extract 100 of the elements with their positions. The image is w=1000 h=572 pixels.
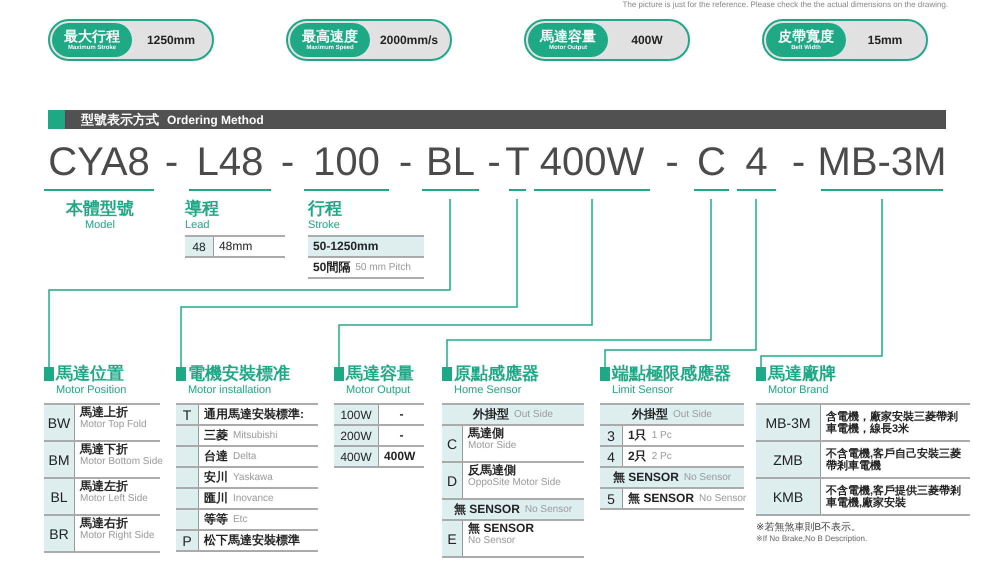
option-text: 無 SENSOR: [628, 492, 694, 505]
code-separator: -: [164, 139, 178, 185]
option-text: 馬達側: [468, 427, 504, 440]
option-text: 無 SENSOR: [468, 522, 534, 535]
field-title: 導程: [185, 199, 219, 219]
code-cell: BW: [44, 405, 75, 440]
option-subtext: Motor Left Side: [80, 493, 148, 504]
option-text: -: [400, 429, 404, 442]
section-subtitle: Limit Sensor: [612, 384, 674, 397]
code-part: CYA8: [48, 139, 150, 185]
option-subtext: Etc: [233, 514, 248, 525]
spec-value: 400W: [630, 33, 664, 47]
code-cell: 400W: [334, 447, 379, 466]
option-text: 反馬達側: [468, 464, 516, 477]
code-part: BL: [426, 139, 475, 185]
option-text: 通用馬達安裝標準:: [204, 408, 304, 421]
option-subtext: 2 Pc: [652, 451, 672, 462]
section-marker: [600, 367, 610, 381]
option-text: 安川: [204, 471, 228, 484]
code-separator: -: [665, 139, 679, 185]
section-marker: [176, 367, 186, 381]
field-subtitle: Stroke: [308, 219, 340, 232]
code-separator: -: [398, 139, 412, 185]
option-subtext: Motor Right Side: [80, 530, 154, 541]
spec-title: 最大行程: [64, 28, 120, 44]
option-text: -: [400, 408, 404, 421]
option-text: 含電機，廠家安裝三菱帶剎車電機，線長3米: [826, 410, 959, 434]
row-heading: 外掛型: [632, 408, 668, 421]
option-subtext: No Sensor: [468, 535, 516, 546]
code-part: MB-3M: [818, 139, 946, 185]
code-part: L48: [196, 139, 264, 185]
code-separator: -: [792, 139, 806, 185]
option-text: 2只: [628, 450, 647, 463]
section-subtitle: Motor installation: [188, 384, 272, 397]
option-subtext: Motor Top Fold: [80, 419, 147, 430]
option-text: 馬達上折: [80, 406, 128, 419]
header-marker: [48, 110, 65, 129]
section-subtitle: Motor Brand: [768, 384, 830, 397]
header-subtitle: Ordering Method: [167, 112, 264, 126]
code-part: C: [697, 139, 726, 185]
code-cell: 3: [600, 426, 623, 445]
code-cell: D: [442, 463, 463, 498]
footnote: ※If No Brake,No B Description.: [756, 534, 868, 544]
option-subtext: Motor Bottom Side: [80, 456, 163, 467]
option-subtext: Inovance: [233, 493, 274, 504]
code-cell: BL: [44, 479, 75, 514]
option-text: 馬達右折: [80, 517, 128, 530]
spec-value: 1250mm: [146, 33, 196, 47]
option-text: 400W: [384, 450, 416, 463]
code-part: 400W: [540, 139, 644, 185]
field-title: 行程: [308, 199, 342, 219]
section-marker: [334, 367, 344, 381]
header-title: 型號表示方式: [81, 110, 159, 128]
option-subtext: Mitsubishi: [233, 430, 278, 441]
code-separator: -: [280, 139, 294, 185]
section-title: 馬達容量: [346, 363, 414, 384]
row-subheading: No Sensor: [524, 504, 572, 515]
code-cell: 5: [600, 489, 623, 508]
option-text: 松下馬達安裝標準: [204, 534, 300, 547]
option-subtext: 50 mm Pitch: [355, 262, 411, 273]
spec-title: 皮帶寬度: [778, 28, 834, 44]
section-title: 馬達位置: [56, 363, 124, 384]
row-subheading: Out Side: [514, 409, 553, 420]
code-cell: T: [176, 405, 199, 424]
option-subtext: Motor Side: [468, 440, 516, 451]
option-text: 台達: [204, 450, 228, 463]
option-text: 匯川: [204, 492, 228, 505]
code-part: 100: [313, 139, 380, 185]
field-title: 本體型號: [66, 199, 134, 219]
row-heading: 無 SENSOR: [454, 503, 520, 516]
row-subheading: No Sensor: [684, 472, 732, 483]
code-cell: 200W: [334, 426, 379, 445]
option-text: 1只: [628, 429, 647, 442]
code-cell: 4: [600, 447, 623, 466]
spec-value: 15mm: [866, 33, 904, 47]
option-text: 馬達左折: [80, 480, 128, 493]
option-text: 三菱: [204, 429, 228, 442]
option-text: 50-1250mm: [313, 240, 378, 253]
option-subtext: 1 Pc: [652, 430, 672, 441]
code-part: 4: [745, 139, 768, 185]
spec-title: 最高速度: [302, 28, 358, 44]
code-separator: -: [487, 139, 501, 185]
section-subtitle: Home Sensor: [454, 384, 522, 397]
section-title: 端點極限感應器: [612, 363, 731, 384]
code-cell: 100W: [334, 405, 379, 424]
spec-title: 馬達容量: [540, 28, 596, 44]
section-marker: [756, 367, 766, 381]
code-cell: BR: [44, 516, 75, 551]
option-subtext: Delta: [233, 451, 256, 462]
option-text: 48mm: [219, 240, 252, 253]
section-marker: [442, 367, 452, 381]
option-subtext: OppoSite Motor Side: [468, 477, 561, 488]
option-text: 不含電機,客戶自己安裝三菱帶剎車電機: [826, 448, 962, 472]
section-title: 電機安裝標准: [188, 363, 290, 384]
option-text: 50間隔: [313, 261, 350, 274]
section-subtitle: Motor Output: [346, 384, 412, 397]
code-cell: 48: [185, 237, 214, 256]
row-heading: 外掛型: [473, 408, 510, 421]
code-part: T: [505, 139, 530, 185]
row-heading: 無 SENSOR: [612, 471, 679, 484]
